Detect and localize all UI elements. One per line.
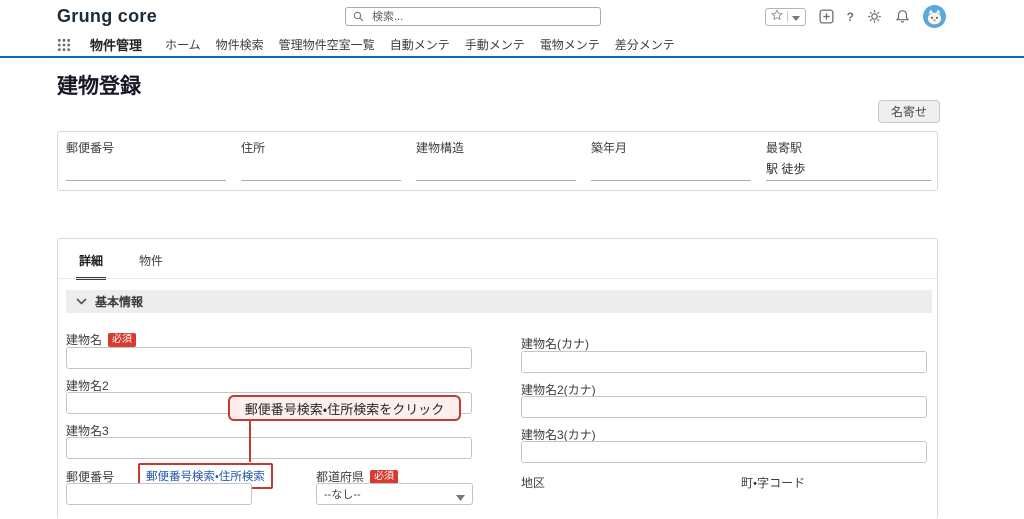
- field-value: [416, 155, 576, 181]
- header-actions: ?: [765, 5, 946, 28]
- nav-item-auto-maintenance[interactable]: 自動メンテ: [390, 36, 450, 53]
- favorites-control[interactable]: [765, 8, 806, 26]
- add-icon[interactable]: [819, 9, 834, 24]
- section-title: 基本情報: [95, 293, 143, 310]
- nav-item-property-search[interactable]: 物件検索: [216, 36, 264, 53]
- highlight-field-structure: 建物構造: [416, 141, 576, 181]
- avatar[interactable]: [923, 5, 946, 28]
- building-name2-kana-input[interactable]: [521, 396, 927, 418]
- building-name-kana-input[interactable]: [521, 351, 927, 373]
- app-name[interactable]: 物件管理: [90, 35, 142, 54]
- field-value: [241, 155, 401, 181]
- prefecture-select[interactable]: --なし--: [316, 483, 473, 505]
- detail-card: 詳細 物件 基本情報 建物名 必須 建物名(カナ) 建物名2 建物名2(カナ): [57, 238, 938, 519]
- highlight-field-address: 住所: [241, 141, 401, 181]
- highlight-field-nearest-station: 最寄駅 駅 徒歩: [766, 141, 931, 181]
- town-code-label: 町・字コード: [741, 474, 805, 491]
- gear-icon[interactable]: [867, 9, 882, 24]
- building-name-label: 建物名 必須: [66, 331, 136, 348]
- annotation-connector-line: [249, 421, 251, 462]
- building-registration-page: Grung core ?: [0, 0, 1024, 519]
- field-value: [66, 155, 226, 181]
- field-label: 住所: [241, 141, 401, 155]
- nav-item-manual-maintenance[interactable]: 手動メンテ: [465, 36, 525, 53]
- star-icon[interactable]: [771, 8, 783, 26]
- building-name-input[interactable]: [66, 347, 472, 369]
- favorites-divider: [787, 11, 788, 22]
- tab-detail[interactable]: 詳細: [76, 252, 106, 280]
- building-name3-kana-input[interactable]: [521, 441, 927, 463]
- field-label: 郵便番号: [66, 141, 226, 155]
- label-text: 町・字コード: [741, 474, 805, 491]
- district-label: 地区: [521, 474, 545, 491]
- tab-properties[interactable]: 物件: [136, 252, 166, 280]
- highlight-field-postal: 郵便番号: [66, 141, 226, 181]
- basic-info-section-header[interactable]: 基本情報: [66, 290, 932, 313]
- chevron-down-icon: [76, 298, 87, 305]
- caret-down-icon[interactable]: [792, 8, 800, 26]
- field-label: 建物構造: [416, 141, 576, 155]
- search-icon: [353, 11, 364, 22]
- merge-button[interactable]: 名寄せ: [878, 100, 940, 123]
- field-value: 駅 徒歩: [766, 155, 931, 181]
- app-launcher-icon[interactable]: [57, 38, 71, 52]
- global-search[interactable]: [345, 7, 601, 26]
- select-caret-icon: [456, 492, 465, 504]
- search-input[interactable]: [370, 10, 593, 24]
- nav-item-diff-maintenance[interactable]: 差分メンテ: [615, 36, 675, 53]
- field-label: 最寄駅: [766, 141, 931, 155]
- page-title: 建物登録: [57, 70, 141, 100]
- prefecture-selected-value: --なし--: [324, 486, 361, 502]
- label-text: 建物名: [66, 331, 102, 348]
- field-value: [591, 155, 751, 181]
- help-icon[interactable]: ?: [847, 10, 854, 24]
- detail-tabs: 詳細 物件: [76, 252, 166, 280]
- label-text: 建物名(カナ): [521, 335, 589, 352]
- nav-item-denbutsu-maintenance[interactable]: 電物メンテ: [540, 36, 600, 53]
- postal-code-input[interactable]: [66, 483, 252, 505]
- label-text: 地区: [521, 474, 545, 491]
- bell-icon[interactable]: [895, 9, 910, 24]
- app-logo: Grung core: [57, 6, 157, 27]
- app-navigation-bar: 物件管理 ホーム 物件検索 管理物件空室一覧 自動メンテ 手動メンテ 電物メンテ…: [0, 33, 1024, 58]
- building-name-kana-label: 建物名(カナ): [521, 335, 589, 352]
- tabs-divider: [58, 278, 937, 279]
- annotation-callout: 郵便番号検索・住所検索をクリック: [228, 395, 461, 421]
- highlights-card: 郵便番号 住所 建物構造 築年月 最寄駅 駅 徒歩: [57, 131, 938, 191]
- required-badge: 必須: [108, 333, 136, 347]
- building-name3-input[interactable]: [66, 437, 472, 459]
- field-label: 築年月: [591, 141, 751, 155]
- required-badge: 必須: [370, 470, 398, 484]
- nav-item-managed-vacancy-list[interactable]: 管理物件空室一覧: [279, 36, 375, 53]
- highlight-field-built-date: 築年月: [591, 141, 751, 181]
- nav-item-home[interactable]: ホーム: [165, 36, 201, 53]
- postal-address-search-link[interactable]: 郵便番号検索・住所検索: [146, 471, 265, 483]
